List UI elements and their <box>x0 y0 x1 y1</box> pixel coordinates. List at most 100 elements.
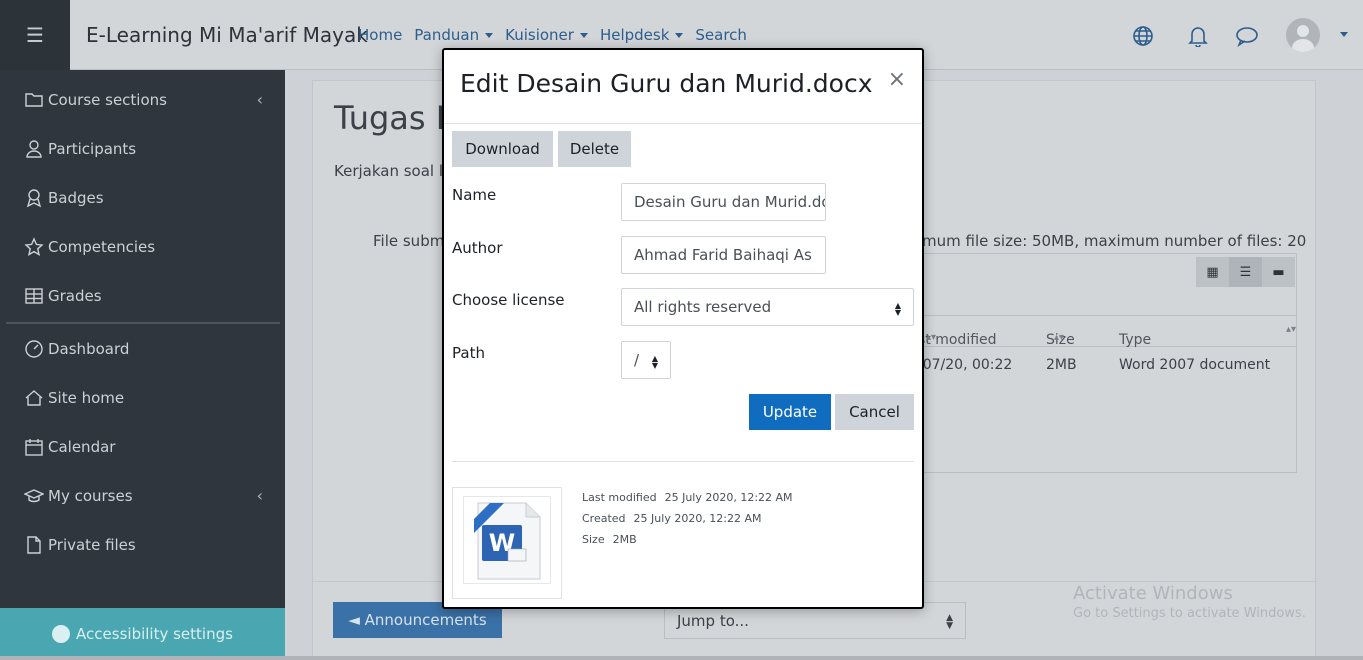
meta-label: Created <box>582 512 626 525</box>
table-icon <box>25 288 43 304</box>
badge-icon <box>26 189 42 208</box>
dialog-title: Edit Desain Guru dan Murid.docx <box>460 69 873 98</box>
license-select-value: All rights reserved <box>634 298 772 316</box>
nav-panduan-menu[interactable]: Panduan <box>414 26 494 44</box>
file-type-cell: Word 2007 document <box>1119 357 1271 373</box>
sidebar-item-label: Badges <box>48 189 104 207</box>
file-size-cell: 2MB <box>1046 357 1077 373</box>
select-arrows-icon: ▲ ▼ <box>946 613 953 631</box>
bell-icon[interactable] <box>1188 25 1208 47</box>
sidebar-item-site-home[interactable]: Site home <box>24 388 124 408</box>
bottom-strip <box>0 656 1363 660</box>
sidebar-item-label: Dashboard <box>48 340 130 358</box>
watermark-subtitle: Go to Settings to activate Windows. <box>1073 606 1306 621</box>
graduation-cap-icon <box>24 489 44 503</box>
menu-toggle-button[interactable]: ☰ <box>0 0 70 70</box>
file-submissions-label: File subm <box>373 232 445 250</box>
jump-to-value: Jump to... <box>677 611 749 630</box>
meta-value: 25 July 2020, 12:22 AM <box>633 512 762 525</box>
hamburger-icon: ☰ <box>26 23 44 47</box>
sidebar-item-label: Participants <box>48 140 137 158</box>
list-view-icon[interactable]: ☰ <box>1229 257 1262 287</box>
primary-nav: Home Panduan Kuisioner Helpdesk Search <box>358 26 747 44</box>
word-document-icon: W <box>463 496 551 584</box>
users-icon <box>26 140 42 158</box>
sort-icon: ▴▾ <box>1286 324 1297 335</box>
sidebar-item-label: Private files <box>48 536 136 554</box>
view-mode-toggle: ▦ ☰ ▬ <box>1196 257 1295 287</box>
tree-view-folder-icon[interactable]: ▬ <box>1262 257 1295 287</box>
sidebar-item-private-files[interactable]: Private files <box>24 535 136 555</box>
sidebar-item-label: Calendar <box>48 438 116 456</box>
dialog-section-divider <box>452 461 914 462</box>
windows-activation-watermark: Activate Windows Go to Settings to activ… <box>1073 583 1306 621</box>
sidebar-item-competencies[interactable]: Competencies <box>24 237 155 257</box>
chevron-left-icon[interactable]: ‹ <box>257 90 263 109</box>
path-select[interactable]: / ▲ ▼ <box>621 341 671 379</box>
meta-last-modified: Last modified 25 July 2020, 12:22 AM <box>582 491 793 504</box>
caret-down-icon <box>485 33 494 38</box>
nav-kuisioner-menu[interactable]: Kuisioner <box>505 26 588 44</box>
calendar-icon <box>25 439 43 456</box>
sort-icon: ▴▾ <box>926 332 937 343</box>
name-field-value: Desain Guru dan Murid.docx <box>634 193 825 211</box>
meta-label: Size <box>582 533 605 546</box>
sort-icon: ▴▾ <box>1054 332 1065 343</box>
accessibility-settings-button[interactable]: Accessibility settings <box>0 608 285 660</box>
meta-value: 25 July 2020, 12:22 AM <box>664 491 793 504</box>
file-thumbnail: W <box>452 487 562 599</box>
user-menu-caret-icon[interactable] <box>1340 32 1348 37</box>
home-icon <box>25 390 43 406</box>
meta-value: 2MB <box>612 533 637 546</box>
caret-down-icon <box>675 33 684 38</box>
update-button[interactable]: Update <box>749 394 831 430</box>
grid-view-icon[interactable]: ▦ <box>1196 257 1229 287</box>
max-file-info: mum file size: 50MB, maximum number of f… <box>922 232 1307 250</box>
delete-button[interactable]: Delete <box>558 131 631 167</box>
select-arrows-icon: ▲ ▼ <box>894 301 901 317</box>
table-row[interactable]: /07/20, 00:22 2MB Word 2007 document <box>918 349 1297 383</box>
dialog-header-divider <box>444 123 922 124</box>
globe-icon[interactable] <box>1132 25 1154 47</box>
path-select-value: / <box>634 351 640 369</box>
caret-down-icon <box>579 33 588 38</box>
file-table-header: st modified ▴▾ Size ▴▾ Type ▴▾ <box>918 315 1297 348</box>
close-icon[interactable]: × <box>888 67 906 92</box>
meta-created: Created 25 July 2020, 12:22 AM <box>582 512 762 525</box>
user-avatar[interactable] <box>1286 18 1320 52</box>
chevron-left-icon[interactable]: ‹ <box>257 486 263 505</box>
sidebar-item-calendar[interactable]: Calendar <box>24 437 115 457</box>
dashboard-icon <box>25 340 43 358</box>
chat-icon[interactable] <box>1235 25 1259 47</box>
sidebar-item-badges[interactable]: Badges <box>24 188 104 208</box>
author-field-value: Ahmad Farid Baihaqi As <box>634 246 812 264</box>
nav-home-link[interactable]: Home <box>358 26 402 44</box>
sidebar-item-course-sections[interactable]: Course sections <box>24 90 167 110</box>
file-modified-cell: /07/20, 00:22 <box>918 357 1013 373</box>
license-select[interactable]: All rights reserved ▲ ▼ <box>621 288 914 326</box>
nav-search-link[interactable]: Search <box>695 26 747 44</box>
select-arrows-icon: ▲ ▼ <box>651 354 658 370</box>
sidebar-item-dashboard[interactable]: Dashboard <box>24 339 129 359</box>
sidebar-item-participants[interactable]: Participants <box>24 139 136 159</box>
sidebar-item-label: Site home <box>48 389 125 407</box>
meta-size: Size 2MB <box>582 533 637 546</box>
edit-file-dialog: Edit Desain Guru dan Murid.docx × Downlo… <box>442 48 924 609</box>
name-field[interactable]: Desain Guru dan Murid.docx <box>621 183 826 221</box>
author-label: Author <box>452 239 503 257</box>
accessibility-icon <box>52 625 71 643</box>
sidebar-item-my-courses[interactable]: My courses <box>24 486 133 506</box>
name-label: Name <box>452 186 497 204</box>
sidebar-item-grades[interactable]: Grades <box>24 286 102 306</box>
file-icon <box>27 536 41 554</box>
download-button[interactable]: Download <box>452 131 553 167</box>
license-label: Choose license <box>452 291 565 309</box>
cancel-button[interactable]: Cancel <box>835 394 914 430</box>
nav-helpdesk-menu[interactable]: Helpdesk <box>600 26 684 44</box>
sidebar-item-label: My courses <box>48 487 133 505</box>
accessibility-label: Accessibility settings <box>76 625 233 643</box>
sidebar-drawer: Course sections ‹ Participants Badges Co… <box>0 70 285 660</box>
author-field[interactable]: Ahmad Farid Baihaqi As <box>621 236 826 274</box>
assignment-description: Kerjakan soal l <box>334 162 444 180</box>
site-brand[interactable]: E-Learning Mi Ma'arif Mayak <box>86 23 368 47</box>
